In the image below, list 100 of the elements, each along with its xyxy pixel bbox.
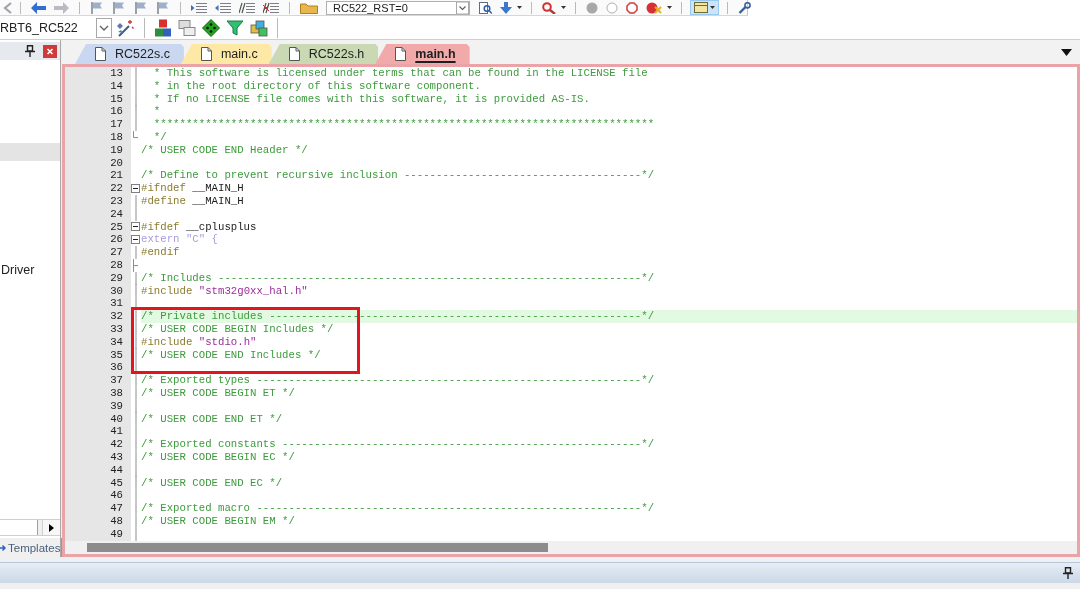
code-line: * <box>152 105 161 118</box>
scrollbar-thumb[interactable] <box>87 543 548 552</box>
code-line: /* USER CODE END Includes */ <box>141 348 321 361</box>
target-combo[interactable]: RBT6_RC522 <box>0 17 112 38</box>
line-number: 48 <box>110 514 123 527</box>
tree-item[interactable]: Driver <box>0 261 60 279</box>
horizontal-scrollbar[interactable] <box>0 519 60 536</box>
triangle-right-icon <box>49 523 54 532</box>
window-icon <box>694 2 708 13</box>
caret-icon[interactable] <box>561 6 566 9</box>
magic-wand-icon[interactable] <box>116 18 134 37</box>
document-search-icon[interactable] <box>478 1 492 14</box>
code-line: #include "stdio.h" <box>141 335 257 348</box>
stacked-windows-icon[interactable] <box>178 18 196 37</box>
arrow-left-icon[interactable] <box>31 1 46 14</box>
line-number: 19 <box>110 143 123 156</box>
code-line: #ifdef __cplusplus <box>141 220 257 233</box>
line-number: 36 <box>110 361 123 374</box>
code-line: #ifndef __MAIN_H <box>141 182 244 195</box>
line-number: 37 <box>110 374 123 387</box>
indent-icon[interactable] <box>191 1 207 14</box>
line-number: 28 <box>110 258 123 271</box>
code-line: #define __MAIN_H <box>141 194 244 207</box>
line-number: 13 <box>110 67 123 79</box>
flag-icon[interactable] <box>156 1 170 14</box>
line-number: 31 <box>110 297 123 310</box>
flag-icon[interactable] <box>90 1 104 14</box>
line-number: 42 <box>110 438 123 451</box>
line-number: 46 <box>110 489 123 502</box>
line-number: 21 <box>110 169 123 182</box>
code-line: /* Exported macro ------------------------------------------------------------*/ <box>141 502 655 515</box>
line-number: 24 <box>110 207 123 220</box>
arrow-down-icon[interactable] <box>500 1 512 14</box>
pin-icon[interactable] <box>1063 567 1073 579</box>
line-number: 45 <box>110 476 123 489</box>
line-number: 33 <box>110 322 123 335</box>
collapse-icon[interactable] <box>131 235 140 245</box>
horizontal-scrollbar[interactable] <box>65 541 1077 554</box>
code-line: /* USER CODE BEGIN ET */ <box>141 386 295 399</box>
line-number: 47 <box>110 502 123 515</box>
flag-icon[interactable] <box>134 1 148 14</box>
scroll-right-button[interactable] <box>42 520 60 535</box>
code-line: /* USER CODE END ET */ <box>141 412 283 425</box>
code-line: * in the root directory of this software component. <box>152 79 481 92</box>
comment-lines-icon[interactable] <box>239 1 255 14</box>
caret-icon[interactable] <box>667 6 672 9</box>
collapse-icon[interactable] <box>131 222 140 232</box>
line-number: 15 <box>110 92 123 105</box>
code-line: /* Exported constants --------------------------------------------------------*/ <box>141 438 655 451</box>
arrow-icon <box>0 543 6 552</box>
caret-icon <box>710 6 715 9</box>
wrench-icon[interactable] <box>738 1 751 14</box>
diamond-icon[interactable] <box>202 18 220 37</box>
uncomment-lines-icon[interactable] <box>263 1 279 14</box>
file-tab[interactable]: main.h <box>375 44 470 64</box>
line-number: 40 <box>110 412 123 425</box>
line-number: 43 <box>110 450 123 463</box>
folder-icon[interactable] <box>300 1 318 14</box>
file-tab[interactable]: RC522s.h <box>268 44 379 64</box>
dropdown-icon[interactable] <box>1061 48 1072 56</box>
search-icon[interactable] <box>542 1 556 14</box>
line-number: 38 <box>110 386 123 399</box>
code-line: #endif <box>141 246 180 259</box>
code-line: /* USER CODE END EC */ <box>141 476 283 489</box>
line-number: 27 <box>110 246 123 259</box>
chevron-down-icon[interactable] <box>456 1 469 14</box>
outdent-icon[interactable] <box>215 1 231 14</box>
code-line: ****************************************************************************** <box>152 118 655 131</box>
breakpoint-icon[interactable] <box>646 1 662 14</box>
code-line: /* Define to prevent recursive inclusion -------------------------------------*/ <box>141 169 655 182</box>
line-number: 23 <box>110 194 123 207</box>
funnel-icon[interactable] <box>226 18 244 37</box>
document-icon <box>200 47 212 61</box>
line-number: 39 <box>110 399 123 412</box>
octagon-icon[interactable] <box>626 1 638 14</box>
pin-icon[interactable] <box>25 45 35 57</box>
code-line: /* USER CODE END Header */ <box>141 143 308 156</box>
line-number: 30 <box>110 284 123 297</box>
symbol-combo[interactable]: RC522_RST=0 <box>326 0 470 15</box>
blocks-icon[interactable] <box>154 18 172 37</box>
window-toggle-button[interactable] <box>690 0 719 15</box>
document-icon <box>95 47 106 61</box>
line-number: 32 <box>110 310 123 323</box>
line-number: 29 <box>110 271 123 284</box>
close-icon[interactable] <box>43 44 57 58</box>
caret-icon[interactable] <box>517 6 522 9</box>
line-number: 18 <box>110 131 123 143</box>
line-number: 44 <box>110 463 123 476</box>
flag-icon[interactable] <box>112 1 126 14</box>
line-number: 14 <box>110 79 123 92</box>
line-number: 25 <box>110 220 123 233</box>
collapse-icon[interactable] <box>131 184 140 194</box>
file-tab[interactable]: main.c <box>180 44 272 64</box>
file-tab[interactable]: RC522s.c <box>75 44 184 64</box>
chevron-down-icon[interactable] <box>96 17 112 38</box>
fold-branch-icon <box>133 258 138 272</box>
line-number: 49 <box>110 527 123 540</box>
scrollbar-thumb[interactable] <box>0 520 38 535</box>
code-line: /* USER CODE BEGIN EC */ <box>141 450 295 463</box>
tiles-icon[interactable] <box>250 18 268 37</box>
